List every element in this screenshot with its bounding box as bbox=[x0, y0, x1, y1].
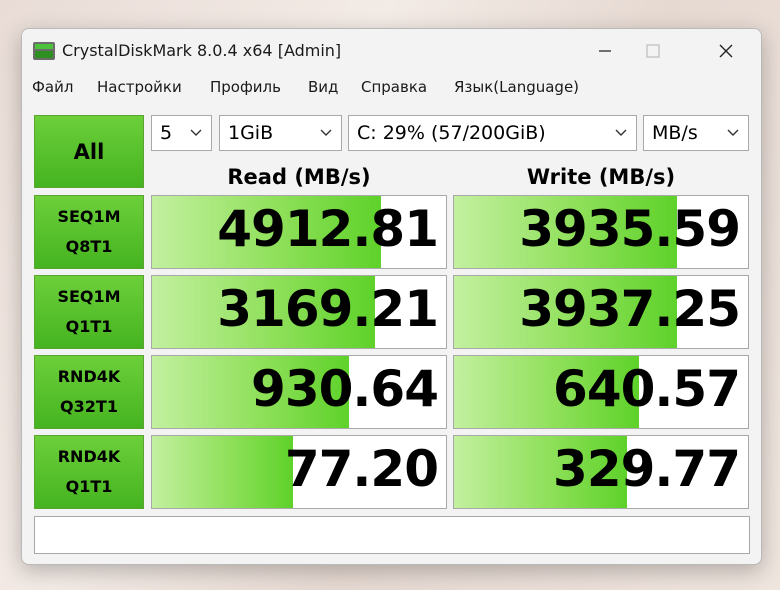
write-result-cell: 640.57 bbox=[453, 355, 749, 429]
test-name-line1: RND4K bbox=[57, 367, 121, 386]
test-size-select[interactable]: 1GiB bbox=[219, 115, 342, 151]
test-name-line1: SEQ1M bbox=[57, 207, 121, 226]
read-result-bar bbox=[152, 436, 294, 508]
read-result-cell: 77.20 bbox=[151, 435, 447, 509]
write-column-header: Write (MB/s) bbox=[526, 165, 676, 189]
crystaldiskmark-app-icon bbox=[33, 42, 55, 60]
read-result-cell: 3169.21 bbox=[151, 275, 447, 349]
chevron-down-icon bbox=[615, 129, 627, 136]
test-name-line1: RND4K bbox=[57, 447, 121, 466]
read-result-cell: 4912.81 bbox=[151, 195, 447, 269]
menu-view[interactable]: Вид bbox=[308, 78, 338, 96]
unit-value: MB/s bbox=[652, 122, 698, 144]
test-name-line2: Q1T1 bbox=[65, 477, 113, 496]
comment-field[interactable] bbox=[34, 516, 750, 554]
test-count-select[interactable]: 5 bbox=[151, 115, 212, 151]
app-window: CrystalDiskMark 8.0.4 x64 [Admin] Файл Н… bbox=[21, 28, 762, 565]
test-name-line2: Q32T1 bbox=[60, 397, 118, 416]
unit-select[interactable]: MB/s bbox=[643, 115, 749, 151]
test-name-line1: SEQ1M bbox=[57, 287, 121, 306]
write-result-value: 3937.25 bbox=[519, 280, 741, 338]
write-result-cell: 3935.59 bbox=[453, 195, 749, 269]
menu-language[interactable]: Язык(Language) bbox=[454, 78, 579, 96]
menu-profile[interactable]: Профиль bbox=[210, 78, 281, 96]
chevron-down-icon bbox=[320, 129, 332, 136]
read-result-cell: 930.64 bbox=[151, 355, 447, 429]
read-column-header: Read (MB/s) bbox=[227, 165, 371, 189]
rnd4k-q32t1-button[interactable]: RND4K Q32T1 bbox=[34, 355, 144, 429]
test-name-line2: Q8T1 bbox=[65, 237, 113, 256]
test-name-line2: Q1T1 bbox=[65, 317, 113, 336]
drive-value: C: 29% (57/200GiB) bbox=[357, 122, 546, 144]
drive-select[interactable]: C: 29% (57/200GiB) bbox=[348, 115, 637, 151]
read-result-value: 4912.81 bbox=[217, 200, 439, 258]
chevron-down-icon bbox=[727, 129, 739, 136]
read-result-value: 930.64 bbox=[251, 360, 439, 418]
write-result-cell: 329.77 bbox=[453, 435, 749, 509]
write-result-value: 329.77 bbox=[553, 440, 741, 498]
title-bar[interactable]: CrystalDiskMark 8.0.4 x64 [Admin] bbox=[22, 29, 761, 73]
close-button[interactable] bbox=[703, 35, 749, 67]
menu-settings[interactable]: Настройки bbox=[97, 78, 182, 96]
read-result-value: 3169.21 bbox=[217, 280, 439, 338]
write-result-value: 640.57 bbox=[553, 360, 741, 418]
all-button[interactable]: All bbox=[34, 115, 144, 188]
chevron-down-icon bbox=[190, 129, 202, 136]
menu-file[interactable]: Файл bbox=[32, 78, 73, 96]
minimize-button[interactable] bbox=[582, 35, 628, 67]
write-result-cell: 3937.25 bbox=[453, 275, 749, 349]
read-result-value: 77.20 bbox=[284, 440, 439, 498]
seq1m-q1t1-button[interactable]: SEQ1M Q1T1 bbox=[34, 275, 144, 349]
menu-help[interactable]: Справка bbox=[361, 78, 427, 96]
all-button-label: All bbox=[73, 139, 105, 164]
minimize-icon bbox=[599, 50, 611, 52]
test-count-value: 5 bbox=[160, 122, 173, 144]
maximize-icon bbox=[646, 44, 660, 58]
maximize-button[interactable] bbox=[630, 35, 676, 67]
close-icon bbox=[719, 44, 733, 58]
write-result-value: 3935.59 bbox=[519, 200, 741, 258]
menu-bar: Файл Настройки Профиль Вид Справка Язык(… bbox=[22, 73, 761, 103]
test-size-value: 1GiB bbox=[228, 122, 274, 144]
seq1m-q8t1-button[interactable]: SEQ1M Q8T1 bbox=[34, 195, 144, 269]
window-title: CrystalDiskMark 8.0.4 x64 [Admin] bbox=[62, 41, 342, 60]
rnd4k-q1t1-button[interactable]: RND4K Q1T1 bbox=[34, 435, 144, 509]
